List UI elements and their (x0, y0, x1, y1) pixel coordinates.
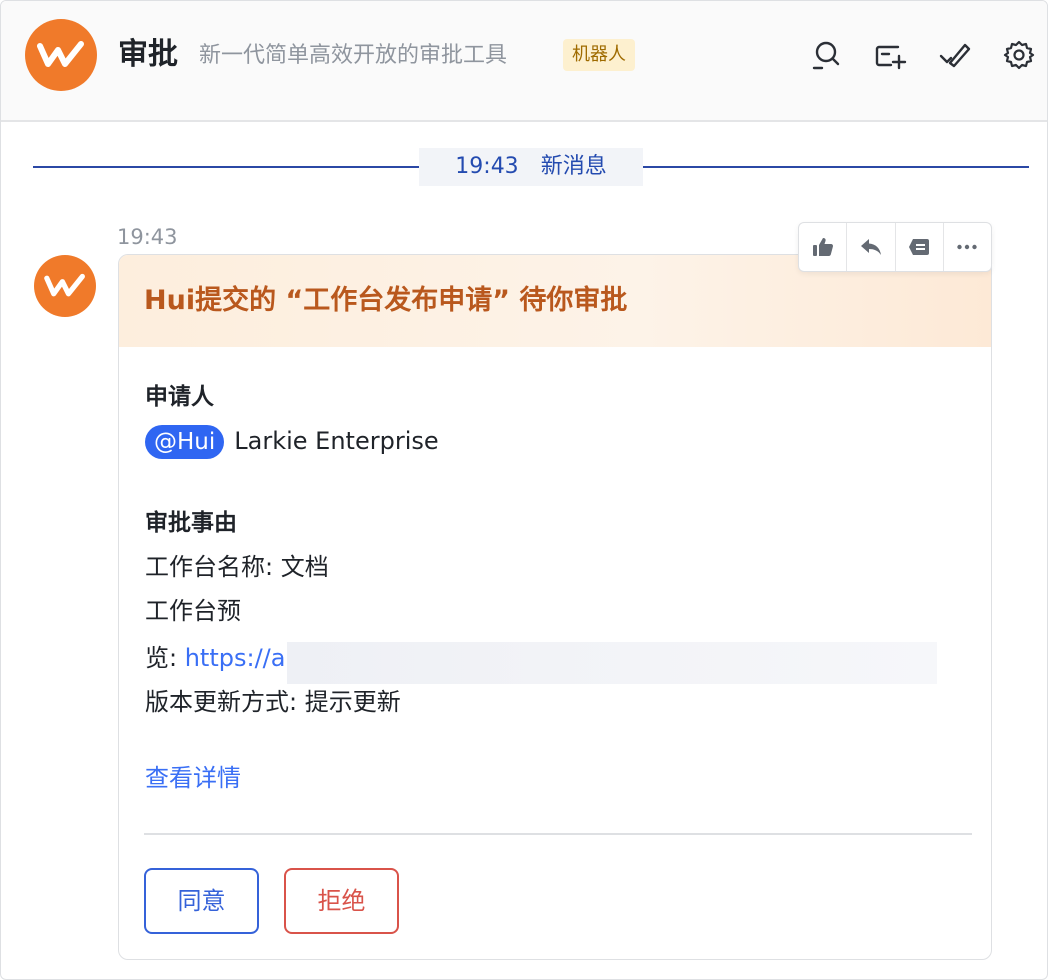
approval-logo-icon (37, 41, 84, 67)
search-icon (812, 41, 840, 70)
new-message-divider: 19:43 新消息 (419, 148, 643, 186)
reply-button[interactable] (847, 223, 896, 271)
approve-button[interactable]: 同意 (144, 868, 259, 934)
reject-button[interactable]: 拒绝 (284, 868, 399, 934)
app-logo[interactable] (25, 19, 97, 91)
app-description: 新一代简单高效开放的审批工具 (199, 43, 508, 68)
more-icon (957, 244, 978, 250)
sender-avatar[interactable] (34, 255, 96, 317)
applicant-label: 申请人 (145, 384, 214, 410)
applicant-org: Larkie Enterprise (234, 427, 439, 455)
approval-card: Hui提交的 “工作台发布申请” 待你审批 申请人 @Hui Larkie Ent… (118, 254, 992, 960)
new-message-line-left (33, 166, 419, 168)
task-button[interactable] (937, 37, 973, 73)
preview-prefix: 览: (145, 644, 185, 672)
more-button[interactable] (944, 223, 991, 271)
add-card-button[interactable] (873, 37, 909, 73)
divider-label: 新消息 (540, 154, 607, 179)
approval-logo-icon (44, 273, 85, 297)
settings-button[interactable] (1001, 37, 1037, 73)
app-title: 审批 (118, 37, 178, 72)
like-button[interactable] (799, 223, 848, 271)
reason-update-mode: 版本更新方式: 提示更新 (145, 688, 401, 716)
reason-label: 审批事由 (145, 510, 237, 536)
redacted-url-mask (287, 642, 937, 684)
reason-app-name: 工作台名称: 文档 (145, 553, 329, 581)
divider-time: 19:43 (455, 154, 519, 179)
quote-button[interactable] (896, 223, 944, 271)
card-separator (144, 833, 972, 835)
reason-preview-line1: 工作台预 (145, 597, 241, 625)
view-details-link[interactable]: 查看详情 (145, 762, 241, 794)
reason-preview-line2: 览: https://a (145, 642, 285, 674)
new-message-line-right (643, 166, 1029, 168)
add-card-icon (875, 45, 907, 70)
message-time: 19:43 (117, 225, 178, 249)
bot-badge: 机器人 (563, 39, 635, 71)
reply-icon (860, 239, 881, 255)
gear-icon (1003, 40, 1035, 70)
chat-window: 审批 新一代简单高效开放的审批工具 机器人 19:43 新消息 19:43 Hu… (0, 0, 1048, 980)
check-edit-icon (939, 43, 971, 68)
message-action-toolbar (798, 222, 992, 272)
chat-header: 审批 新一代简单高效开放的审批工具 机器人 (1, 1, 1047, 122)
card-title: Hui提交的 “工作台发布申请” 待你审批 (144, 285, 628, 316)
search-button[interactable] (809, 37, 845, 73)
preview-link[interactable]: https://a (185, 644, 286, 672)
quote-icon (909, 239, 930, 255)
thumbs-up-icon (812, 238, 833, 256)
applicant-row: @Hui Larkie Enterprise (145, 425, 439, 459)
applicant-mention[interactable]: @Hui (145, 425, 225, 459)
